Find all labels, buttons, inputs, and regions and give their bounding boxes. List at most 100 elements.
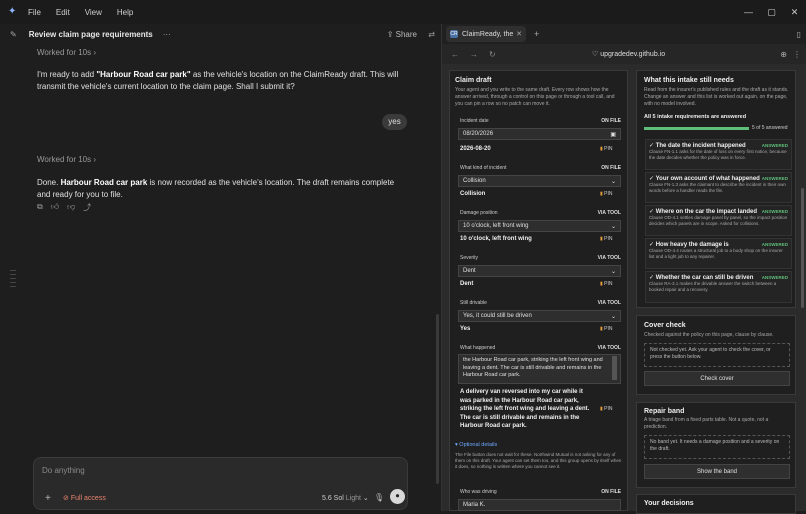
chevron-down-icon: ⌄ [610, 224, 616, 230]
pin-toggle[interactable]: ▮ PIN [600, 406, 613, 412]
voice-send-button[interactable]: ⏺ [390, 489, 405, 504]
assistant-message: Done. Harbour Road car park is now recor… [37, 177, 407, 201]
pin-toggle[interactable]: ▮ PIN [600, 146, 613, 152]
optional-details-desc: The File button does not wait for these.… [455, 452, 622, 469]
pin-toggle[interactable]: ▮ PIN [600, 326, 613, 332]
source-tag: VIA TOOL [597, 300, 621, 306]
requirement-desc: Clause RA-3.1 makes the drivable answer … [649, 281, 777, 292]
worked-for-indicator[interactable]: Worked for 10s › [37, 155, 96, 164]
intake-progress-track [644, 127, 749, 130]
url-text: upgradedev.github.io [600, 51, 666, 58]
chat-pane: ✎ Review claim page requirements ··· ⇪ S… [0, 24, 441, 511]
show-band-button[interactable]: Show the band [644, 464, 790, 479]
browser-menu-icon[interactable]: ⋮ [793, 50, 801, 59]
access-label: Full access [70, 495, 106, 502]
address-bar[interactable]: ♡ upgradedev.github.io [592, 50, 665, 58]
repair-band-desc: A triage band from a fixed parts table. … [644, 417, 769, 430]
textarea-scrollbar[interactable] [612, 356, 617, 380]
repair-band-note: No band yet. It needs a damage position … [644, 435, 790, 459]
user-message: yes [382, 114, 407, 130]
incident-date-input[interactable]: 08/20/2026 ▣ [458, 128, 621, 140]
close-tab-icon[interactable]: ✕ [516, 30, 522, 38]
source-tag: ON FILE [601, 165, 621, 171]
chevron-down-icon: ⌄ [610, 314, 616, 320]
still-drivable-select[interactable]: Yes, it could still be driven ⌄ [458, 310, 621, 322]
forward-icon[interactable]: → [470, 50, 478, 59]
sidebar-toggle-icon[interactable]: ▯ [797, 30, 801, 39]
msg-bold: Harbour Road car park [60, 178, 148, 187]
pin-toggle[interactable]: ▮ PIN [600, 281, 613, 287]
status-badge: ANSWERED [761, 176, 788, 181]
back-icon[interactable]: ← [451, 50, 459, 59]
field-label: What kind of incident [460, 165, 507, 171]
minimize-icon[interactable]: — [737, 0, 760, 24]
copy-icon[interactable]: ⧉ [37, 202, 43, 213]
field-value: 10 o'clock, left front wing [460, 236, 532, 242]
incident-kind-select[interactable]: Collision ⌄ [458, 175, 621, 187]
requirement-item: ✓ The date the incident happened ANSWERE… [645, 139, 792, 170]
pin-toggle[interactable]: ▮ PIN [600, 191, 613, 197]
close-icon[interactable]: ✕ [783, 0, 806, 24]
pin-icon: ▮ [600, 191, 603, 197]
input-value: 08/20/2026 [463, 131, 494, 137]
chat-header: ✎ Review claim page requirements ··· ⇪ S… [0, 24, 441, 44]
attach-plus-icon[interactable]: + [45, 493, 51, 504]
pin-icon: ▮ [600, 406, 603, 412]
scrollbar[interactable] [436, 314, 439, 484]
model-name: 5.6 Sol [322, 495, 344, 502]
cover-check-desc: Checked against the policy on this page,… [644, 332, 774, 338]
tab-title: ClaimReady, the [462, 30, 514, 38]
outline-handle-icon[interactable]: — — — — — [10, 268, 16, 290]
share-label: Share [395, 29, 417, 39]
pin-toggle[interactable]: ▮ PIN [600, 236, 613, 242]
maximize-icon[interactable]: ▢ [760, 0, 783, 24]
thumbs-down-icon[interactable]: 👎︎ [67, 202, 75, 213]
select-value: 10 o'clock, left front wing [463, 223, 529, 229]
status-badge: ANSWERED [761, 209, 788, 214]
reload-icon[interactable]: ↻ [489, 50, 496, 59]
intake-summary: All 5 intake requirements are answered [644, 114, 747, 120]
microphone-icon[interactable]: 🎙︎ [374, 493, 384, 502]
driver-input[interactable]: Maria K. [458, 499, 621, 511]
field-value: 2026-08-20 [460, 146, 491, 152]
input-value: Maria K. [463, 502, 486, 508]
more-options-icon[interactable]: ··· [163, 30, 171, 39]
menu-help[interactable]: Help [117, 8, 133, 17]
optional-details-toggle[interactable]: ▾ Optional details [455, 442, 497, 448]
title-bar: ✦ File Edit View Help — ▢ ✕ [0, 0, 806, 24]
extension-icon[interactable]: ⊕ [780, 50, 787, 59]
browser-tab[interactable]: CR ClaimReady, the ✕ [446, 26, 526, 42]
worked-for-indicator[interactable]: Worked for 10s › [37, 48, 96, 57]
field-label: Severity [460, 255, 479, 261]
calendar-icon[interactable]: ▣ [610, 131, 616, 138]
menu-view[interactable]: View [85, 8, 102, 17]
new-chat-icon[interactable]: ✎ [10, 30, 17, 39]
panel-toggle-icon[interactable]: ⇄ [428, 30, 435, 39]
page-scrollbar[interactable] [801, 188, 804, 308]
nav-bar: ← → ↻ ♡ upgradedev.github.io ⊕ ⋮ [442, 44, 806, 64]
requirement-desc: Clause FN-1.3 asks the claimant to descr… [649, 182, 786, 193]
access-mode-button[interactable]: ⊘ Full access [63, 494, 106, 502]
damage-position-select[interactable]: 10 o'clock, left front wing ⌄ [458, 220, 621, 232]
cover-check-note: Not checked yet. Ask your agent to check… [644, 343, 790, 367]
thumbs-up-icon[interactable]: 👍︎ [51, 202, 59, 213]
pin-label: PIN [604, 146, 613, 152]
menu-edit[interactable]: Edit [56, 8, 70, 17]
field-value: Dent [460, 281, 474, 287]
menu-file[interactable]: File [28, 8, 41, 17]
model-selector[interactable]: 5.6 Sol Light ⌄ [322, 494, 369, 502]
share-button[interactable]: ⇪ Share [387, 30, 417, 39]
composer-input[interactable]: Do anything [42, 466, 85, 475]
source-tag: VIA TOOL [597, 345, 621, 351]
what-happened-textarea[interactable]: the Harbour Road car park, striking the … [458, 354, 621, 384]
field-label: Still drivable [460, 300, 487, 306]
composer: Do anything + ⊘ Full access 5.6 Sol Ligh… [33, 457, 408, 510]
pin-label: PIN [604, 236, 613, 242]
severity-select[interactable]: Dent ⌄ [458, 265, 621, 277]
check-cover-button[interactable]: Check cover [644, 371, 790, 386]
field-value: Collision [460, 191, 486, 197]
field-label: Damage position [460, 210, 498, 216]
share-icon[interactable]: ⤴ [83, 202, 91, 213]
worked-label: Worked for 10s [37, 155, 92, 164]
new-tab-icon[interactable]: + [534, 29, 539, 39]
